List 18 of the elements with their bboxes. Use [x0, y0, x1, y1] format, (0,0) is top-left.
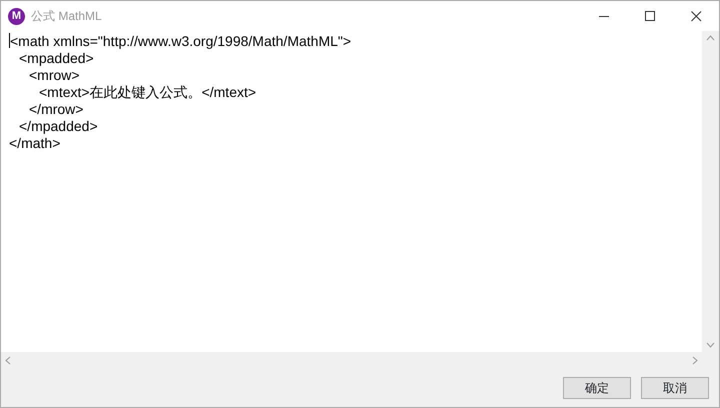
vertical-scrollbar[interactable] — [702, 31, 719, 352]
scroll-up-icon — [706, 35, 715, 41]
dialog-button[interactable]: 确定 — [563, 377, 631, 399]
scroll-left-icon — [5, 356, 11, 365]
code-line: <mtext>在此处键入公式。</mtext> — [39, 84, 256, 100]
maximize-icon — [644, 10, 656, 22]
code-line: </mrow> — [29, 101, 84, 117]
app-logo-icon: M — [8, 8, 25, 24]
code-line: </math> — [9, 135, 60, 151]
code-line: <mpadded> — [19, 50, 94, 66]
window-title: 公式 MathML — [31, 8, 102, 25]
close-icon — [690, 10, 702, 22]
code-line: <mrow> — [29, 67, 80, 83]
code-line: <math xmlns="http://www.w3.org/1998/Math/MathML"> — [10, 33, 352, 49]
dialog-button[interactable]: 取消 — [641, 377, 709, 399]
code-line: </mpadded> — [19, 118, 98, 134]
scroll-down-icon — [706, 342, 715, 348]
scroll-right-icon — [692, 356, 698, 365]
